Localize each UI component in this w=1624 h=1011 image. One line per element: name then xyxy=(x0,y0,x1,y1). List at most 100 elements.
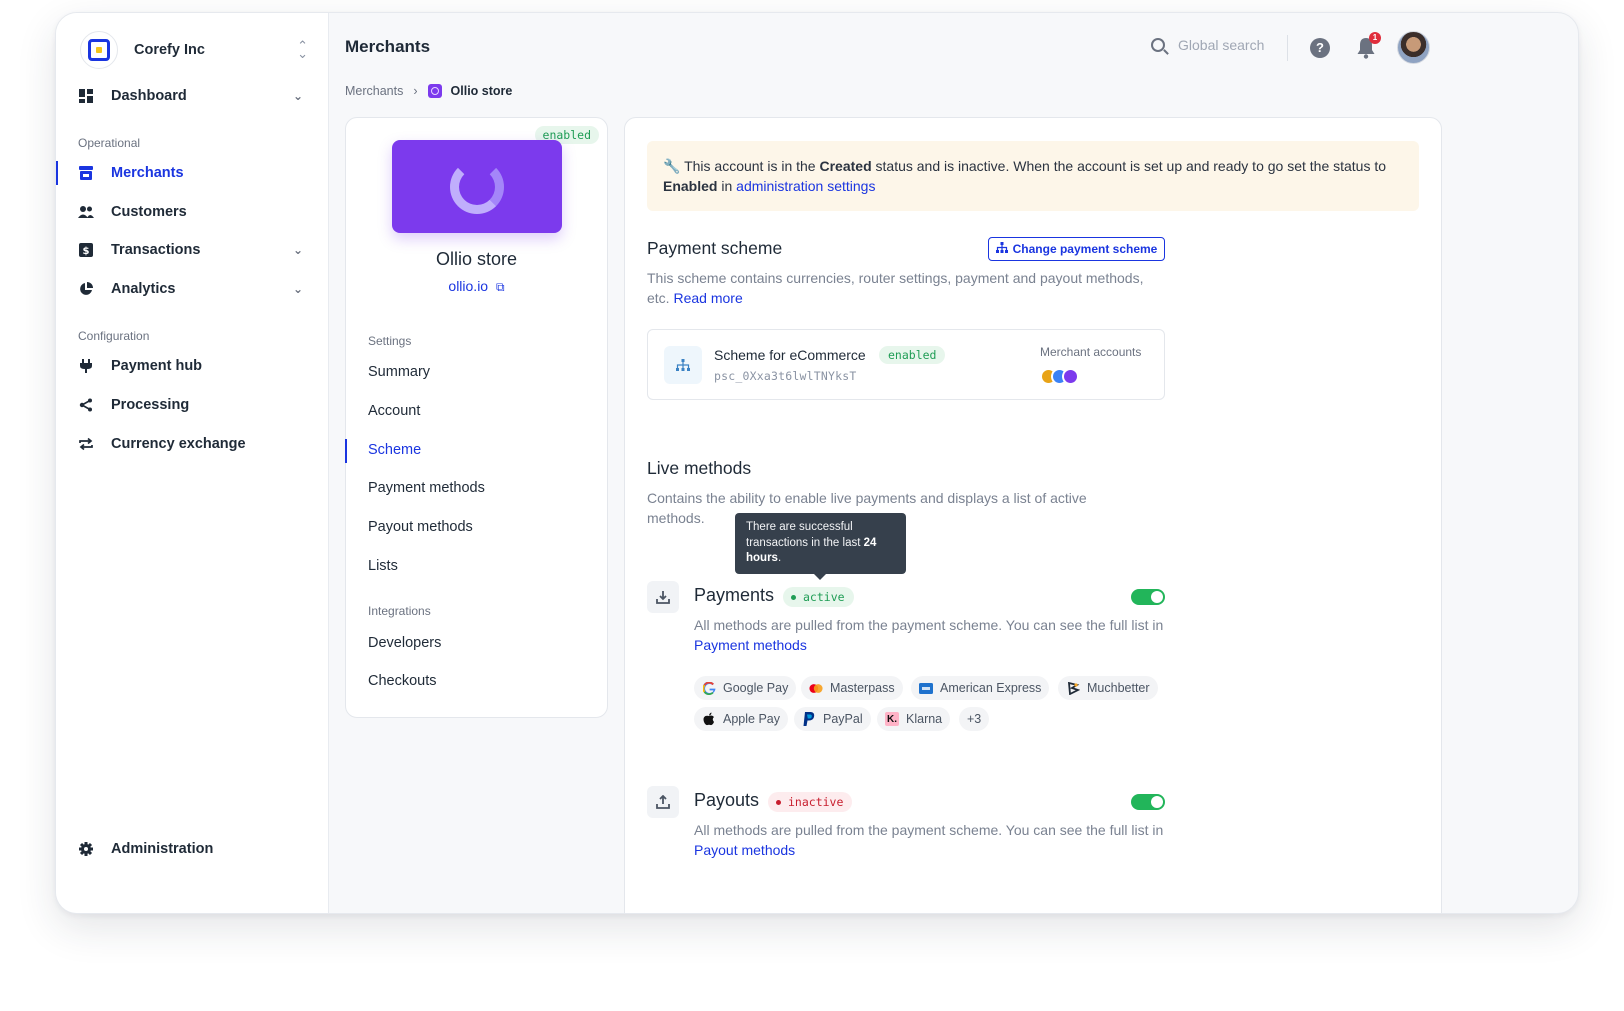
sidebar-item-dashboard[interactable]: Dashboard ⌄ xyxy=(56,78,329,114)
more-methods-chip[interactable]: +3 xyxy=(959,707,990,731)
sidebar-item-label: Payment hub xyxy=(111,358,203,374)
alert-text: This account is in the xyxy=(684,158,820,174)
method-name: Masterpass xyxy=(830,681,895,695)
muchbetter-icon xyxy=(1066,681,1080,695)
merchant-menu-developers[interactable]: Developers xyxy=(368,635,441,651)
chevron-right-icon: › xyxy=(413,84,418,98)
sidebar-item-customers[interactable]: Customers xyxy=(56,194,329,230)
american-express-icon xyxy=(919,681,933,695)
merchant-website-text: ollio.io xyxy=(448,278,489,294)
sidebar-item-label: Analytics xyxy=(111,281,176,297)
payouts-description: All methods are pulled from the payment … xyxy=(694,820,1164,860)
payments-toggle[interactable] xyxy=(1131,589,1165,605)
method-chip-muchbetter: Muchbetter xyxy=(1058,676,1158,700)
scheme-card[interactable]: Scheme for eCommerce enabled psc_0Xxa3t6… xyxy=(647,329,1165,400)
merchant-menu-payout-methods[interactable]: Payout methods xyxy=(368,519,473,535)
org-switcher[interactable]: Corefy Inc ⌃ ⌄ xyxy=(80,30,308,70)
dashboard-icon xyxy=(78,88,94,104)
section-label-operational: Operational xyxy=(78,136,141,150)
help-icon[interactable]: ? xyxy=(1310,38,1330,58)
method-name: American Express xyxy=(940,681,1042,695)
masterpass-icon xyxy=(809,681,823,695)
sidebar-item-label: Dashboard xyxy=(111,88,187,104)
account-avatar xyxy=(1062,368,1079,385)
merchant-accounts-label: Merchant accounts xyxy=(1040,345,1142,359)
sidebar-item-analytics[interactable]: Analytics ⌄ xyxy=(56,271,329,307)
avatar[interactable] xyxy=(1397,31,1430,64)
scheme-name: Scheme for eCommerce xyxy=(714,347,866,363)
merchant-menu-lists[interactable]: Lists xyxy=(368,558,398,574)
store-icon xyxy=(78,165,94,181)
method-chip-apple-pay: Apple Pay xyxy=(694,707,788,731)
exchange-icon xyxy=(78,436,94,452)
google-pay-icon xyxy=(702,681,716,695)
hierarchy-icon xyxy=(995,242,1008,256)
merchant-menu-account[interactable]: Account xyxy=(368,403,420,419)
method-name: Muchbetter xyxy=(1087,681,1150,695)
divider xyxy=(1287,35,1288,61)
apple-icon xyxy=(702,712,716,726)
method-chip-masterpass: Masterpass xyxy=(801,676,903,700)
change-payment-scheme-button[interactable]: Change payment scheme xyxy=(988,237,1165,261)
sidebar-item-transactions[interactable]: $ Transactions ⌄ xyxy=(56,232,329,268)
sidebar-item-currency-exchange[interactable]: Currency exchange xyxy=(56,426,329,462)
global-search[interactable]: Global search xyxy=(1151,37,1264,53)
payouts-toggle[interactable] xyxy=(1131,794,1165,810)
status-text: active xyxy=(803,590,845,604)
payment-methods-link[interactable]: Payment methods xyxy=(694,637,807,653)
method-name: PayPal xyxy=(823,712,863,726)
chevron-updown-icon: ⌃ ⌄ xyxy=(297,38,308,61)
merchant-name: Ollio store xyxy=(435,249,518,269)
sidebar-item-administration[interactable]: Administration xyxy=(56,831,329,867)
administration-settings-link[interactable]: administration settings xyxy=(736,178,875,194)
sidebar-item-label: Currency exchange xyxy=(111,436,246,452)
tooltip: There are successful transactions in the… xyxy=(735,513,906,580)
live-methods-title: Live methods xyxy=(647,458,752,478)
sidebar-item-merchants[interactable]: Merchants xyxy=(56,155,329,191)
tooltip-text: There are successful transactions in the… xyxy=(746,521,864,549)
merchant-account-avatars xyxy=(1040,368,1079,385)
scheme-id: psc_0Xxa3t6lwlTNYksT xyxy=(714,369,857,383)
wrench-icon: 🔧 xyxy=(663,158,681,174)
chevron-down-icon: ⌄ xyxy=(292,89,303,103)
sidebar: Corefy Inc ⌃ ⌄ Dashboard ⌄ Operational Me… xyxy=(56,13,329,913)
status-text: inactive xyxy=(788,795,844,809)
alert-status-created: Created xyxy=(819,158,872,174)
read-more-link[interactable]: Read more xyxy=(673,290,742,306)
alert-status-enabled: Enabled xyxy=(663,178,718,194)
sidebar-item-label: Transactions xyxy=(111,242,201,258)
external-link-icon: ⧉ xyxy=(496,280,505,294)
svg-text:$: $ xyxy=(83,246,90,257)
scheme-status-badge: enabled xyxy=(879,346,946,364)
payouts-status-badge: inactive xyxy=(768,792,853,812)
breadcrumb-current: Ollio store xyxy=(450,84,513,98)
method-chip-paypal: PayPal xyxy=(794,707,871,731)
notification-badge: 1 xyxy=(1369,32,1381,44)
payments-status-badge: active xyxy=(783,587,854,607)
button-label: Change payment scheme xyxy=(1012,242,1158,256)
download-icon xyxy=(647,581,679,613)
sidebar-item-processing[interactable]: Processing xyxy=(56,387,329,423)
alert-text: in xyxy=(717,178,737,194)
settings-group-label: Settings xyxy=(368,334,412,348)
sidebar-item-payment-hub[interactable]: Payment hub xyxy=(56,348,329,384)
method-name: Klarna xyxy=(906,712,943,726)
app-window: Corefy Inc ⌃ ⌄ Dashboard ⌄ Operational Me… xyxy=(55,12,1579,914)
merchant-menu-scheme[interactable]: Scheme xyxy=(344,439,421,463)
merchant-menu-checkouts[interactable]: Checkouts xyxy=(368,673,437,689)
payments-title: Payments xyxy=(694,585,775,605)
merchant-menu-payment-methods[interactable]: Payment methods xyxy=(368,480,485,496)
merchant-card: enabled Ollio store ollio.io ⧉ Settings … xyxy=(344,117,608,718)
merchant-menu-summary[interactable]: Summary xyxy=(368,364,430,380)
org-name: Corefy Inc xyxy=(134,42,205,58)
breadcrumb-parent[interactable]: Merchants xyxy=(345,84,403,98)
payout-methods-link[interactable]: Payout methods xyxy=(694,842,795,858)
payment-scheme-description: This scheme contains currencies, router … xyxy=(647,268,1167,308)
payouts-title: Payouts xyxy=(694,790,760,810)
sidebar-item-label: Processing xyxy=(111,397,190,413)
payment-scheme-title: Payment scheme xyxy=(647,238,783,258)
page-title: Merchants xyxy=(345,37,431,56)
upload-icon xyxy=(647,786,679,818)
tooltip-end: . xyxy=(777,552,782,564)
merchant-website-link[interactable]: ollio.io ⧉ xyxy=(346,278,607,295)
